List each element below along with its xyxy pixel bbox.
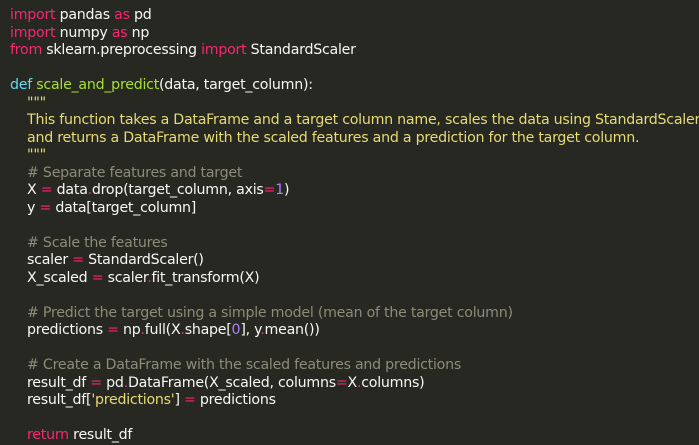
code-text: columns) — [361, 374, 425, 391]
code-line-16: X_scaled = scaler.fit_transform(X) — [10, 270, 699, 288]
code-text: y — [10, 199, 40, 216]
code-text: np — [118, 322, 141, 338]
keyword: return — [10, 427, 69, 443]
code-line-11: X = data.drop(target_column, axis=1) — [10, 182, 699, 200]
code-text: DataFrame(X_scaled, columns — [127, 374, 336, 391]
operator: = — [91, 269, 104, 286]
code-line-19: predictions = np.full(X.shape[0], y.mean… — [10, 322, 699, 340]
code-text: pd — [101, 374, 124, 391]
code-text: X — [10, 182, 41, 198]
function-name: scale_and_predict — [36, 77, 160, 93]
keyword: as — [111, 24, 128, 41]
code-text: np — [127, 24, 150, 41]
code-text: ] — [174, 392, 184, 408]
operator: = — [183, 392, 196, 408]
code-text: StandardScaler() — [83, 252, 204, 268]
code-text: shape[ — [184, 322, 232, 338]
operator: = — [90, 374, 102, 391]
number: 1 — [275, 182, 284, 198]
code-text: fit_transform(X) — [151, 269, 260, 286]
code-text: pandas — [55, 7, 115, 23]
comment-line: # Separate features and target — [10, 164, 243, 181]
keyword: import — [201, 42, 247, 58]
code-line-1: import pandas as pd — [10, 7, 699, 25]
keyword: import — [10, 24, 56, 41]
code-text: StandardScaler — [246, 42, 356, 58]
code-text: drop(target_column, axis — [91, 182, 264, 198]
string-literal: 'predictions' — [91, 392, 175, 408]
operator: = — [39, 199, 52, 216]
docstring-line: and returns a DataFrame with the scaled … — [10, 129, 640, 146]
code-text: (data, target_column): — [159, 77, 313, 93]
code-line-5: def scale_and_predict(data, target_colum… — [10, 77, 699, 95]
code-text: numpy — [55, 24, 112, 41]
code-text: result_df[ — [10, 392, 92, 408]
code-line-3: from sklearn.preprocessing import Standa… — [10, 42, 699, 60]
code-text: ) — [283, 182, 290, 198]
code-line-12: y = data[target_column] — [10, 200, 699, 218]
code-editor[interactable]: import pandas as pd import numpy as np f… — [0, 0, 699, 443]
code-text: result_df — [68, 427, 133, 443]
keyword: import — [10, 7, 56, 23]
code-text: mean()) — [264, 322, 320, 338]
code-line-25: return result_df — [10, 427, 699, 445]
code-text: ], y — [240, 322, 261, 338]
code-text: predictions — [10, 322, 108, 338]
comment-line: # Scale the features — [10, 234, 168, 251]
operator: = — [72, 252, 84, 268]
code-text: scaler — [10, 252, 73, 268]
keyword: def — [10, 77, 32, 93]
code-text: X_scaled — [10, 269, 92, 286]
code-line-2: import numpy as np — [10, 25, 699, 43]
code-text: result_df — [10, 374, 91, 391]
code-text: data[target_column] — [51, 199, 197, 216]
docstring-line: This function takes a DataFrame and a ta… — [10, 112, 699, 128]
code-text: pd — [129, 7, 152, 23]
code-line-23: result_df['predictions'] = predictions — [10, 392, 699, 410]
code-text: predictions — [195, 392, 276, 408]
code-text: scaler — [103, 269, 148, 286]
code-text: sklearn.preprocessing — [42, 42, 202, 58]
docstring-line: """ — [10, 147, 46, 163]
number: 0 — [231, 322, 241, 338]
code-line-15: scaler = StandardScaler() — [10, 252, 699, 270]
code-text: full(X — [144, 322, 181, 338]
keyword: from — [10, 42, 43, 58]
operator: = — [263, 182, 276, 198]
operator: = — [40, 182, 53, 198]
keyword: as — [114, 7, 130, 23]
comment-line: # Create a DataFrame with the scaled fea… — [10, 357, 462, 373]
code-line-22: result_df = pd.DataFrame(X_scaled, colum… — [10, 375, 699, 393]
code-text: data — [52, 182, 88, 198]
operator: = — [107, 322, 119, 338]
operator: = — [335, 374, 348, 391]
code-text: X — [347, 374, 358, 391]
docstring-line: """ — [10, 94, 46, 111]
comment-line: # Predict the target using a simple mode… — [10, 304, 513, 321]
